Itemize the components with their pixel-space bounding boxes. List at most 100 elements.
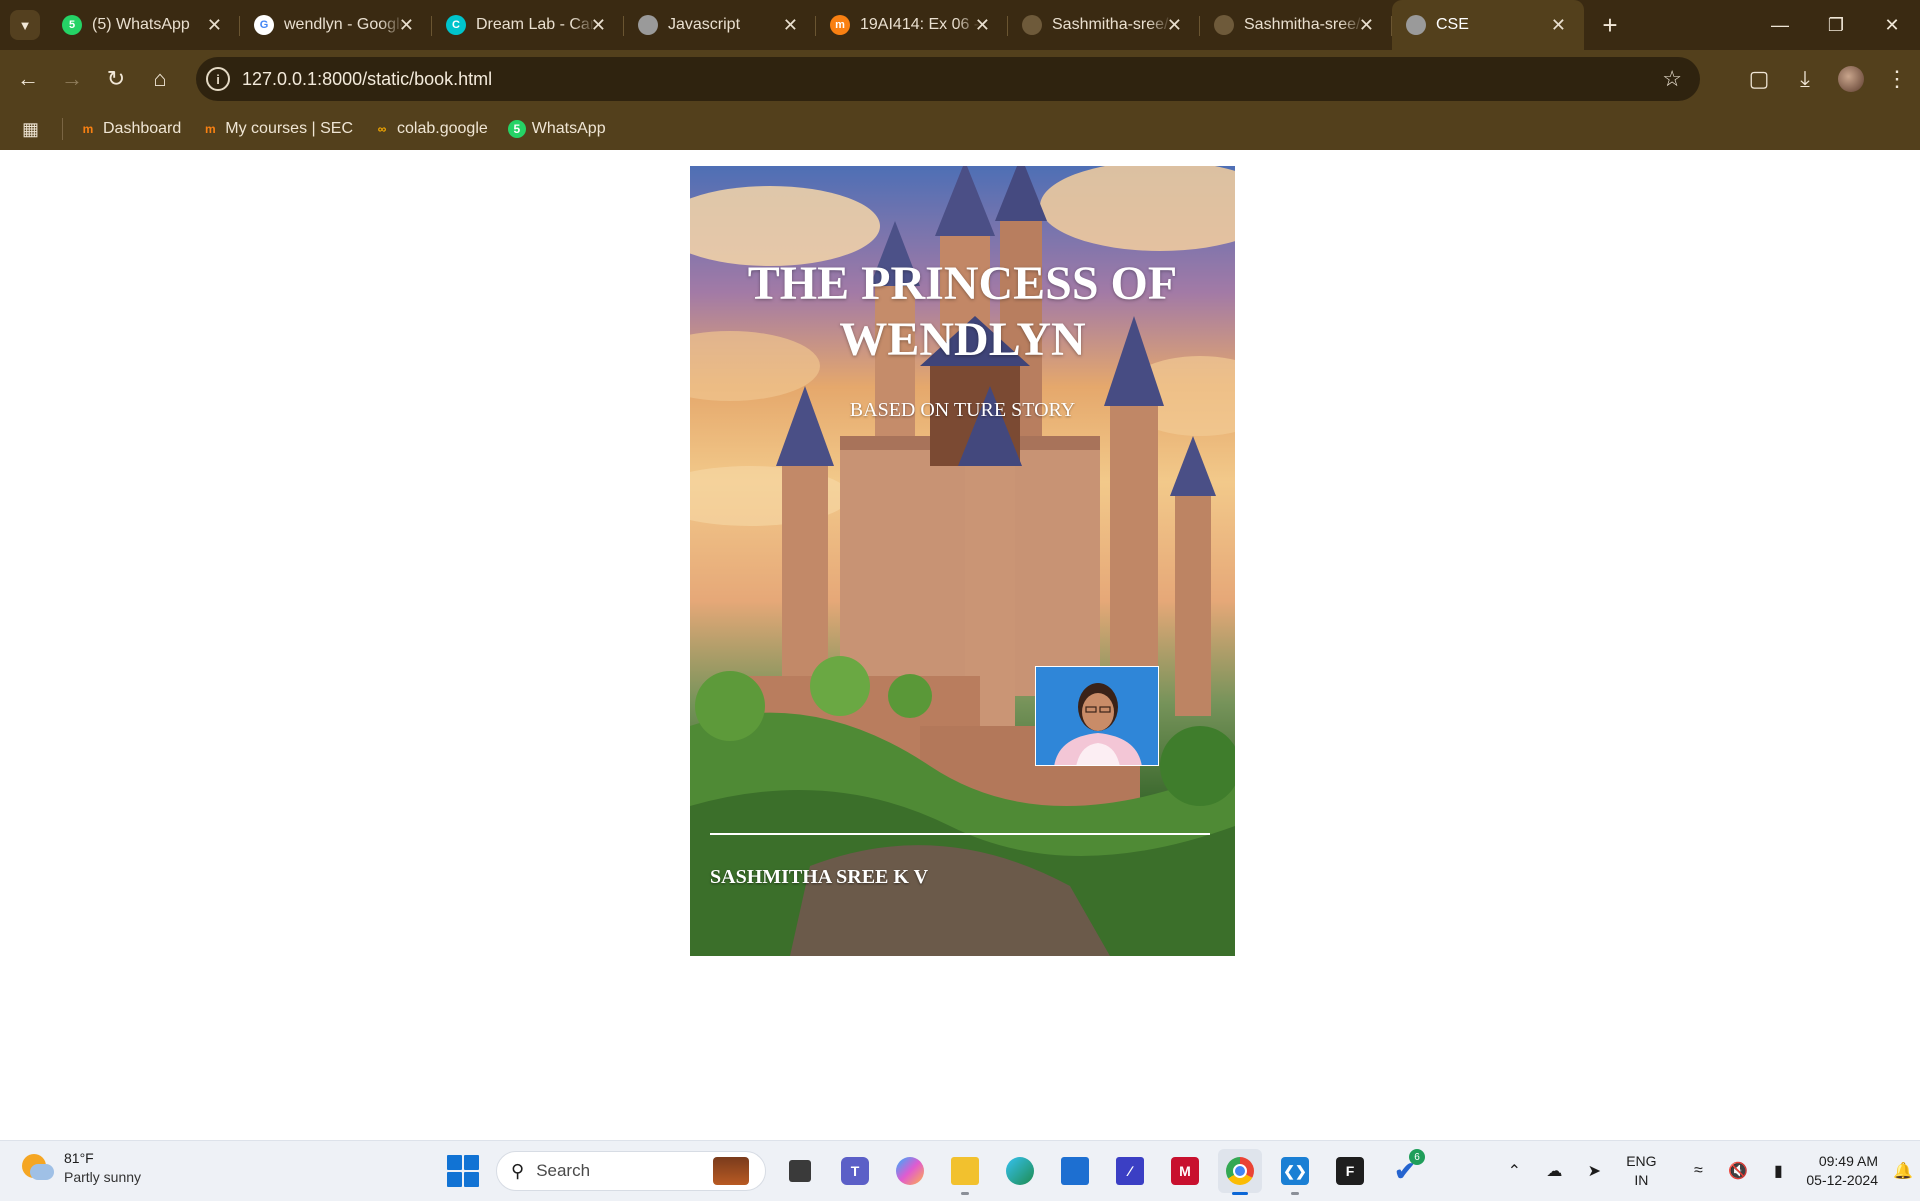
globe-icon (638, 15, 658, 35)
bookmark-list: m Dashboard m My courses | SEC ∞ colab.google… (79, 120, 626, 138)
task-view-icon[interactable] (778, 1149, 822, 1193)
todo-badge: 6 (1409, 1149, 1425, 1165)
vscode-icon[interactable]: ❮❯ (1273, 1149, 1317, 1195)
chevron-up-icon[interactable]: ⌃ (1494, 1161, 1534, 1181)
tab-title: wendlyn - Google Search (284, 16, 404, 33)
url-text[interactable]: 127.0.0.1:8000/static/book.html (242, 69, 492, 90)
bookmark-item[interactable]: ∞ colab.google (373, 120, 488, 138)
tab-8[interactable]: CSE ✕ (1392, 0, 1584, 50)
minimize-icon[interactable]: — (1752, 0, 1808, 50)
browser-toolbar: ← → ↻ ⌂ i 127.0.0.1:8000/static/book.htm… (0, 50, 1920, 108)
bookmarks-divider (62, 118, 63, 140)
site-info-icon[interactable]: i (206, 67, 230, 91)
tab-title: Javascript (668, 16, 741, 33)
tab-title: (5) WhatsApp (92, 16, 190, 33)
power-automate-icon[interactable]: ∕ (1108, 1149, 1152, 1193)
close-tab-icon[interactable]: ✕ (783, 15, 798, 36)
bookmark-star-icon[interactable]: ☆ (1662, 66, 1682, 92)
google-icon: G (254, 15, 274, 35)
notification-bell-icon[interactable]: 🔔 (1886, 1161, 1920, 1181)
book-title: THE PRINCESS OF WENDLYN (747, 257, 1178, 366)
weather-widget[interactable]: 81°F Partly sunny (22, 1149, 141, 1187)
window-controls: — ❐ ✕ (1752, 0, 1920, 50)
whatsapp-icon: 5 (507, 120, 526, 138)
weather-temp: 81°F (64, 1150, 94, 1166)
canva-icon: C (446, 15, 466, 35)
close-tab-icon[interactable]: ✕ (975, 15, 990, 36)
onedrive-icon[interactable]: ☁ (1534, 1161, 1574, 1181)
chrome-icon[interactable] (1218, 1149, 1262, 1195)
bookmark-item[interactable]: m My courses | SEC (201, 120, 353, 138)
taskbar-apps: T ∕ M ❮❯ F ✔ 6 (778, 1149, 1438, 1195)
tab-3[interactable]: C Dream Lab - Canva✕ (432, 0, 624, 50)
close-tab-icon[interactable]: ✕ (207, 15, 222, 36)
wifi-icon[interactable]: ≈ (1678, 1162, 1718, 1180)
system-tray: ⌃ ☁ ➤ ENG IN ≈ 🔇 ▮ 09:49 AM 05-12-2024 🔔 (1494, 1141, 1920, 1201)
tab-title: Sashmitha-sree/ (1244, 16, 1361, 33)
book-cover: THE PRINCESS OF WENDLYN BASED ON TURE ST… (690, 166, 1235, 956)
close-tab-icon[interactable]: ✕ (1359, 15, 1374, 36)
close-tab-icon[interactable]: ✕ (399, 15, 414, 36)
speaker-muted-icon[interactable]: 🔇 (1718, 1161, 1758, 1181)
file-explorer-icon[interactable] (943, 1149, 987, 1195)
profile-avatar[interactable] (1838, 66, 1864, 92)
todo-icon[interactable]: ✔ 6 (1383, 1149, 1427, 1193)
tab-title: CSE (1436, 16, 1469, 33)
windows-start-icon[interactable] (447, 1155, 479, 1187)
tab-4[interactable]: Javascript ✕ (624, 0, 816, 50)
tab-5[interactable]: m 19AI414: Ex 06 - ✕ (816, 0, 1008, 50)
tab-2[interactable]: Gwendlyn - Google Search✕ (240, 0, 432, 50)
send-icon[interactable]: ➤ (1574, 1161, 1614, 1181)
tab-title: Sashmitha-sree/ (1052, 16, 1169, 33)
bookmark-label: colab.google (397, 120, 488, 137)
home-icon[interactable]: ⌂ (138, 57, 182, 101)
taskbar-search[interactable]: ⚲ Search (496, 1151, 766, 1191)
menu-kebab-icon[interactable]: ⋮ (1874, 66, 1920, 92)
download-icon[interactable]: ⤓ (1782, 66, 1828, 92)
clock[interactable]: 09:49 AM 05-12-2024 (1806, 1152, 1878, 1190)
tab-1[interactable]: 5 (5) WhatsApp ✕ (48, 0, 240, 50)
chevron-down-icon: ▼ (18, 17, 32, 33)
tab-title: 19AI414: Ex 06 - (860, 16, 980, 33)
bookmark-label: My courses | SEC (225, 120, 354, 137)
partly-sunny-icon (22, 1152, 54, 1184)
taskbar-search-placeholder: Search (536, 1161, 591, 1180)
battery-icon[interactable]: ▮ (1758, 1161, 1798, 1181)
language-indicator[interactable]: ENG IN (1614, 1152, 1668, 1190)
extensions-icon[interactable]: ▢ (1736, 66, 1782, 92)
mcafee-icon[interactable]: M (1163, 1149, 1207, 1193)
clock-date: 05-12-2024 (1806, 1172, 1878, 1188)
close-tab-icon[interactable]: ✕ (591, 15, 606, 36)
tab-7[interactable]: Sashmitha-sree/✕ (1200, 0, 1392, 50)
moodle-icon: m (204, 122, 216, 136)
edge-icon[interactable] (998, 1149, 1042, 1193)
forward-arrow-icon[interactable]: → (50, 57, 94, 101)
tab-title: Dream Lab - Canva (476, 16, 596, 33)
tab-search-button[interactable]: ▼ (10, 10, 40, 40)
github-icon (1214, 15, 1234, 35)
figma-icon[interactable]: F (1328, 1149, 1372, 1193)
globe-icon (1406, 15, 1426, 35)
close-tab-icon[interactable]: ✕ (1551, 15, 1566, 36)
restore-icon[interactable]: ❐ (1808, 0, 1864, 50)
tab-6[interactable]: Sashmitha-sree/✕ (1008, 0, 1200, 50)
address-bar[interactable]: i 127.0.0.1:8000/static/book.html ☆ (196, 57, 1700, 101)
cover-divider (710, 833, 1210, 835)
close-window-icon[interactable]: ✕ (1864, 0, 1920, 50)
new-tab-button[interactable]: + (1590, 5, 1630, 45)
tab-strip: ▼ 5(5) WhatsApp✕Gwendlyn - Google Search… (0, 0, 1920, 50)
copilot-icon[interactable] (888, 1149, 932, 1193)
reload-icon[interactable]: ↻ (94, 57, 138, 101)
book-subtitle: BASED ON TURE STORY (849, 399, 1076, 421)
bookmark-item[interactable]: 5 WhatsApp (507, 120, 606, 138)
search-highlight-icon (713, 1157, 749, 1185)
bookmark-item[interactable]: m Dashboard (79, 120, 182, 138)
bookmarks-bar: ▦ m Dashboard m My courses | SEC ∞ colab.goog… (0, 108, 1920, 150)
teams-icon[interactable]: T (833, 1149, 877, 1193)
microsoft-store-icon[interactable] (1053, 1149, 1097, 1193)
apps-grid-icon[interactable]: ▦ (22, 119, 44, 140)
colab-icon: ∞ (377, 122, 387, 136)
back-arrow-icon[interactable]: ← (6, 57, 50, 101)
close-tab-icon[interactable]: ✕ (1167, 15, 1182, 36)
language-code: ENG (1626, 1153, 1657, 1169)
